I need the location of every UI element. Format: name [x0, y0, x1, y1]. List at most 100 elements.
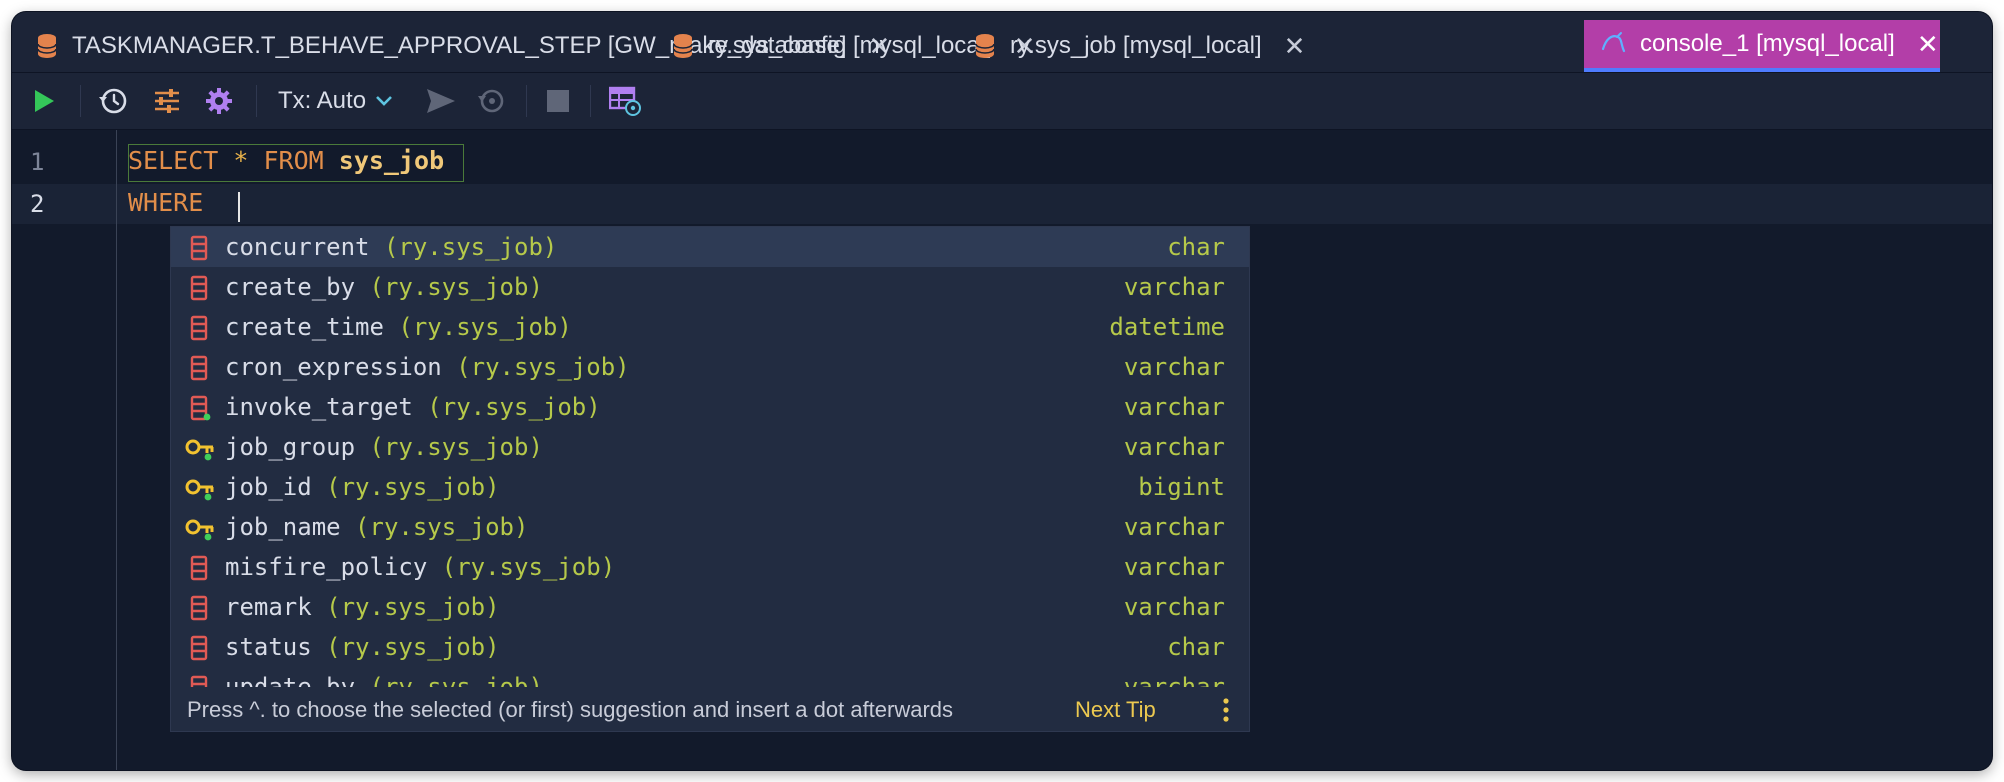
close-icon[interactable]: ✕	[1284, 33, 1306, 59]
column-type: varchar	[1123, 433, 1225, 461]
tab-sys-job[interactable]: ry.sys_job [mysql_local] ✕	[974, 20, 1305, 72]
mysql-console-icon	[1601, 32, 1626, 53]
gutter-divider	[116, 130, 117, 770]
completion-item[interactable]: job_group (ry.sys_job) varchar	[171, 427, 1249, 467]
column-source: (ry.sys_job)	[326, 473, 500, 501]
completion-item-label: job_id (ry.sys_job)	[225, 473, 500, 501]
chevron-down-icon	[376, 96, 392, 106]
completion-item-label: invoke_target (ry.sys_job)	[225, 393, 601, 421]
star-operator: *	[233, 146, 249, 175]
completion-item[interactable]: job_name (ry.sys_job) varchar	[171, 507, 1249, 547]
column-type: varchar	[1123, 673, 1225, 687]
keyword-where: WHERE	[128, 188, 204, 217]
gear-icon	[206, 88, 232, 114]
rollback-button[interactable]	[474, 83, 508, 119]
completion-item[interactable]: update_by (ry.sys_job) varchar	[171, 667, 1249, 687]
tx-mode-dropdown[interactable]: Tx: Auto	[278, 83, 404, 119]
history-icon	[99, 88, 127, 114]
keyword-from: FROM	[263, 146, 324, 175]
current-line-highlight	[12, 184, 1992, 224]
sql-editor[interactable]: 1 2 SELECT * FROM sys_job WHERE concurre…	[12, 130, 1992, 770]
primary-key-icon	[185, 519, 214, 541]
column-source: (ry.sys_job)	[369, 273, 543, 301]
run-button[interactable]	[30, 83, 58, 119]
column-source: (ry.sys_job)	[398, 313, 572, 341]
completion-item[interactable]: job_id (ry.sys_job) bigint	[171, 467, 1249, 507]
column-name: create_by	[225, 273, 356, 301]
column-type: varchar	[1123, 353, 1225, 381]
primary-key-icon	[185, 439, 214, 461]
close-icon[interactable]: ✕	[1917, 31, 1939, 57]
output-table-button[interactable]	[608, 83, 642, 119]
column-name: misfire_policy	[225, 553, 428, 581]
history-button[interactable]	[98, 83, 128, 119]
column-name: concurrent	[225, 233, 370, 261]
tab-label: console_1 [mysql_local]	[1640, 30, 1895, 57]
code-line-2[interactable]: WHERE	[128, 188, 203, 217]
run-icon	[35, 90, 54, 112]
completion-item[interactable]: status (ry.sys_job) char	[171, 627, 1249, 667]
code-completion-popup[interactable]: concurrent (ry.sys_job) char create_by (ry…	[170, 226, 1250, 732]
column-icon	[190, 275, 208, 301]
tx-mode-label: Tx: Auto	[278, 87, 367, 114]
completion-item-label: update_by (ry.sys_job)	[225, 673, 543, 687]
completion-item-label: remark (ry.sys_job)	[225, 593, 500, 621]
toolbar-separator	[590, 85, 591, 117]
completion-item-label: concurrent (ry.sys_job)	[225, 233, 557, 261]
text-cursor	[238, 192, 240, 222]
tab-label: ry.sys_job [mysql_local]	[1010, 32, 1262, 59]
column-icon	[190, 315, 208, 341]
column-source: (ry.sys_job)	[369, 673, 543, 687]
column-icon	[190, 675, 208, 687]
completion-item[interactable]: concurrent (ry.sys_job) char	[171, 227, 1249, 267]
column-icon	[190, 635, 208, 661]
column-type: varchar	[1123, 513, 1225, 541]
completion-item[interactable]: misfire_policy (ry.sys_job) varchar	[171, 547, 1249, 587]
completion-list[interactable]: concurrent (ry.sys_job) char create_by (ry…	[171, 227, 1249, 687]
column-type: varchar	[1123, 593, 1225, 621]
column-name: job_name	[225, 513, 341, 541]
tab-label: ry.sys_config [mysql_local]	[708, 32, 992, 59]
completion-hint: Press ^. to choose the selected (or firs…	[187, 697, 954, 722]
completion-item-label: job_group (ry.sys_job)	[225, 433, 543, 461]
completion-item[interactable]: create_by (ry.sys_job) varchar	[171, 267, 1249, 307]
toolbar-separator	[526, 85, 527, 117]
settings-button[interactable]	[204, 83, 234, 119]
submit-button[interactable]	[424, 83, 458, 119]
column-name: invoke_target	[225, 393, 413, 421]
completion-item-label: create_time (ry.sys_job)	[225, 313, 572, 341]
column-icon	[190, 555, 208, 581]
column-type: varchar	[1123, 553, 1225, 581]
settings-sliders-icon	[155, 89, 179, 113]
column-source: (ry.sys_job)	[441, 553, 616, 581]
completion-item-label: create_by (ry.sys_job)	[225, 273, 543, 301]
stop-icon	[547, 90, 569, 112]
completion-item[interactable]: create_time (ry.sys_job) datetime	[171, 307, 1249, 347]
rollback-icon	[478, 89, 504, 113]
column-icon	[190, 355, 208, 381]
column-type: bigint	[1138, 473, 1225, 501]
completion-item-label: job_name (ry.sys_job)	[225, 513, 528, 541]
database-icon	[37, 34, 57, 58]
completion-item[interactable]: remark (ry.sys_job) varchar	[171, 587, 1249, 627]
column-source: (ry.sys_job)	[383, 233, 558, 261]
column-type: char	[1167, 633, 1225, 661]
tab-console-1[interactable]: console_1 [mysql_local] ✕	[1584, 20, 1940, 72]
column-source: (ry.sys_job)	[369, 433, 543, 461]
completion-item[interactable]: cron_expression (ry.sys_job) varchar	[171, 347, 1249, 387]
column-type: char	[1167, 233, 1225, 261]
settings-sliders-button[interactable]	[152, 83, 182, 119]
editor-tab-bar: TASKMANAGER.T_BEHAVE_APPROVAL_STEP [GW_m…	[12, 12, 1992, 73]
keyword-select: SELECT	[128, 146, 219, 175]
next-tip-link[interactable]: Next Tip	[1075, 697, 1156, 723]
more-options-icon[interactable]	[1223, 697, 1229, 723]
code-line-1[interactable]: SELECT * FROM sys_job	[128, 146, 444, 175]
column-name: update_by	[225, 673, 356, 687]
completion-footer: Press ^. to choose the selected (or firs…	[171, 687, 1249, 731]
completion-item[interactable]: invoke_target (ry.sys_job) varchar	[171, 387, 1249, 427]
stop-button[interactable]	[544, 83, 572, 119]
column-type: datetime	[1109, 313, 1225, 341]
ide-window: TASKMANAGER.T_BEHAVE_APPROVAL_STEP [GW_m…	[12, 12, 1992, 770]
column-name: status	[225, 633, 312, 661]
column-icon	[190, 235, 208, 261]
